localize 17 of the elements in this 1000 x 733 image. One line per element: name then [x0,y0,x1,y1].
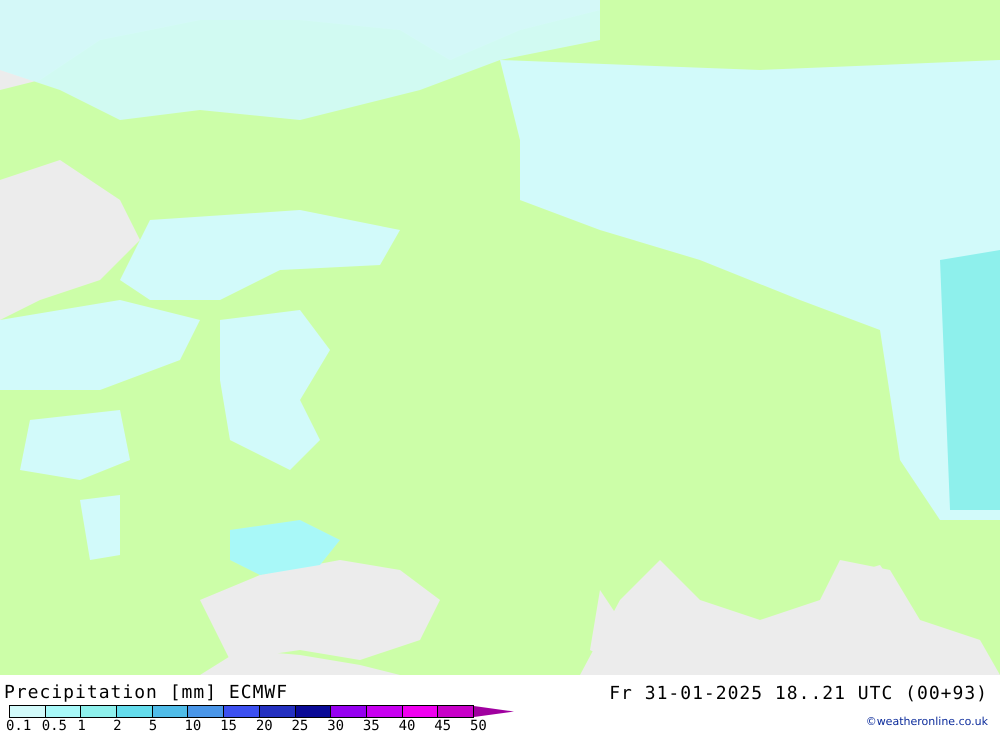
valid-time: Fr 31-01-2025 18..21 UTC (00+93) [609,683,988,705]
legend-label: 0.1 [6,718,32,733]
chart-title: Precipitation [mm] ECMWF [4,683,290,703]
legend-label: 0.5 [42,718,68,733]
legend-label: 40 [398,718,416,733]
legend-label: 1 [77,718,87,733]
legend-label: 2 [113,718,122,733]
legend-label: 10 [184,718,202,733]
legend-label: 5 [148,718,158,733]
legend-label: 15 [220,718,238,733]
legend-label: 35 [362,718,381,733]
legend-label: 30 [327,718,346,733]
credit-text: ©weatheronline.co.uk [866,715,988,728]
legend-label: 50 [470,718,488,733]
legend-label: 25 [292,718,310,733]
legend-label: 20 [256,718,274,733]
legend-label: 45 [434,718,452,733]
